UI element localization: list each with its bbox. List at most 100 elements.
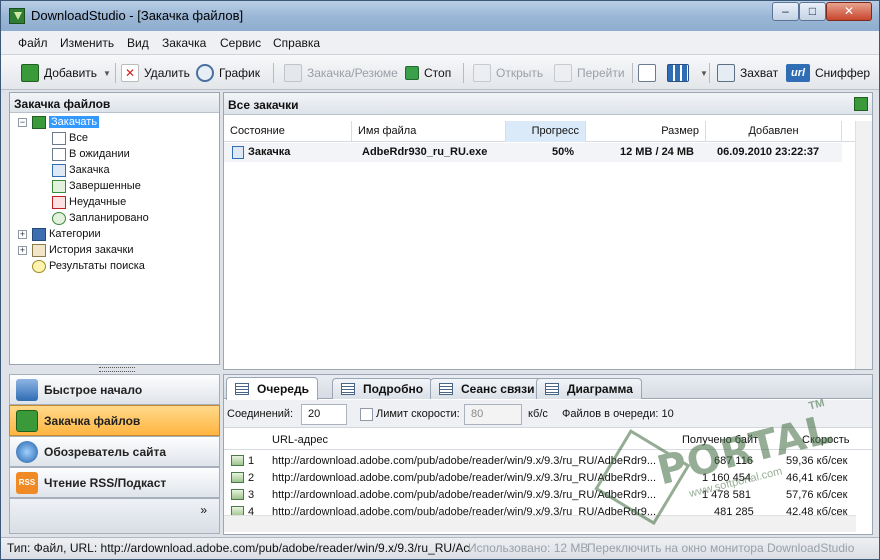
column-url[interactable]: URL-адрес [272, 434, 328, 446]
more-nav-button[interactable]: » [200, 503, 207, 517]
goto-icon [554, 64, 572, 82]
grid-icon [667, 64, 689, 82]
list-icon [52, 131, 66, 145]
minimize-button[interactable]: – [772, 2, 799, 21]
tree-expander[interactable]: + [18, 230, 27, 239]
column-state[interactable]: Состояние [224, 121, 352, 142]
status-bar: Тип: Файл, URL: http://ardownload.adobe.… [1, 537, 879, 559]
column-filename[interactable]: Имя файла [352, 121, 506, 142]
search-icon [32, 259, 46, 273]
nav-site-explorer[interactable]: Обозреватель сайта [9, 436, 220, 467]
column-bytes[interactable]: Получено байт [682, 434, 758, 446]
speed-limit-stepper[interactable]: 80 [464, 404, 522, 425]
tree-item-waiting[interactable]: В ожидании [52, 146, 130, 162]
arrow-down-icon [232, 146, 244, 159]
tree-item-download[interactable]: Закачать [32, 114, 100, 130]
queue-options: Соединений: 20 Лимит скорости: 80 кб/с Ф… [224, 400, 872, 428]
open-button[interactable]: Открыть [473, 62, 543, 84]
close-button[interactable]: ✕ [826, 2, 872, 21]
queue-table-header: URL-адрес Получено байт Скорость [224, 430, 872, 450]
nav-rss-reader[interactable]: RSS Чтение RSS/Подкаст [9, 467, 220, 498]
toolbar-separator [632, 63, 633, 83]
menu-bar: Файл Изменить Вид Закачка Сервис Справка [1, 31, 879, 55]
add-download-icon[interactable] [854, 97, 868, 111]
horizontal-scrollbar[interactable] [224, 515, 856, 532]
arrow-down-icon [52, 163, 66, 177]
speed-limit-label: Лимит скорости: [376, 408, 460, 420]
menu-view[interactable]: Вид [127, 36, 149, 50]
chart-icon [545, 383, 559, 395]
tree-expander[interactable]: − [18, 118, 27, 127]
column-progress[interactable]: Прогресс [506, 121, 586, 142]
capture-button[interactable]: Захват [717, 62, 778, 84]
add-button[interactable]: Добавить ▼ [21, 62, 111, 84]
chevron-down-icon[interactable]: ▼ [103, 69, 111, 78]
table-row[interactable]: Закачка AdbeRdr930_ru_RU.exe 50% 12 MB /… [224, 143, 842, 162]
left-panel-title: Закачка файлов [10, 93, 219, 113]
tree-item-downloading[interactable]: Закачка [52, 162, 110, 178]
download-resume-button[interactable]: Закачка/Резюме [284, 62, 398, 84]
delete-icon: ✕ [121, 64, 139, 82]
pending-icon [52, 147, 66, 161]
menu-file[interactable]: Файл [18, 36, 48, 50]
downloads-table-header: Состояние Имя файла Прогресс Размер Доба… [224, 121, 872, 142]
connections-label: Соединений: [227, 408, 294, 420]
downloads-panel-title: Все закачки [224, 93, 872, 115]
history-icon [32, 243, 46, 257]
speed-limit-checkbox[interactable] [360, 408, 373, 421]
toolbar: Добавить ▼ ✕ Удалить График Закачка/Резю… [1, 55, 879, 90]
nav-quick-start[interactable]: Быстрое начало [9, 374, 220, 405]
downloads-panel: Все закачки Состояние Имя файла Прогресс… [223, 92, 873, 370]
menu-download[interactable]: Закачка [162, 36, 206, 50]
menu-service[interactable]: Сервис [220, 36, 261, 50]
tree-item-completed[interactable]: Завершенные [52, 178, 141, 194]
schedule-button[interactable]: График [196, 62, 260, 84]
tree-item-categories[interactable]: Категории [32, 226, 101, 242]
table-row[interactable]: 2 http://ardownload.adobe.com/pub/adobe/… [224, 470, 856, 487]
stop-button[interactable]: Стоп [405, 62, 451, 84]
add-icon [21, 64, 39, 82]
tree-item-search-results[interactable]: Результаты поиска [32, 258, 145, 274]
download-icon [32, 115, 46, 129]
tab-queue[interactable]: Очередь [226, 377, 318, 400]
tab-chart[interactable]: Диаграмма [536, 378, 642, 399]
column-added[interactable]: Добавлен [706, 121, 842, 142]
clock-icon [52, 211, 66, 225]
clock-icon [196, 64, 214, 82]
panel-splitter[interactable] [9, 365, 220, 373]
connections-stepper[interactable]: 20 [301, 404, 347, 425]
tree-item-failed[interactable]: Неудачные [52, 194, 126, 210]
folder-open-icon [473, 64, 491, 82]
delete-button[interactable]: ✕ Удалить [121, 62, 190, 84]
window-title: DownloadStudio - [Закачка файлов] [31, 8, 244, 23]
columns-button[interactable]: ▼ [667, 62, 708, 84]
toolbar-separator [463, 63, 464, 83]
properties-button[interactable] [638, 62, 661, 84]
sniffer-button[interactable]: url Сниффер [786, 62, 870, 84]
menu-help[interactable]: Справка [273, 36, 320, 50]
status-used: Использовано: 12 MB [468, 541, 589, 555]
title-bar[interactable]: DownloadStudio - [Закачка файлов] – □ ✕ [1, 1, 879, 31]
table-row[interactable]: 4 http://ardownload.adobe.com/pub/adobe/… [224, 504, 856, 515]
tree-item-history[interactable]: История закачки [32, 242, 134, 258]
globe-icon [16, 440, 38, 463]
tab-session[interactable]: Сеанс связи [430, 378, 544, 399]
status-monitor-link[interactable]: Переключить на окно монитора DownloadStu… [587, 541, 854, 555]
tree-item-scheduled[interactable]: Запланировано [52, 210, 149, 226]
list-icon [235, 383, 249, 395]
tree-expander[interactable]: + [18, 246, 27, 255]
maximize-button[interactable]: □ [799, 2, 826, 21]
goto-button[interactable]: Перейти [554, 62, 625, 84]
arrow-right-icon [284, 64, 302, 82]
menu-edit[interactable]: Изменить [60, 36, 114, 50]
vertical-scrollbar[interactable] [855, 121, 872, 369]
column-size[interactable]: Размер [586, 121, 706, 142]
nav-file-downloads[interactable]: Закачка файлов [9, 405, 220, 436]
chevron-down-icon[interactable]: ▼ [700, 69, 708, 78]
table-row[interactable]: 3 http://ardownload.adobe.com/pub/adobe/… [224, 487, 856, 504]
column-speed[interactable]: Скорость [802, 434, 850, 446]
table-row[interactable]: 1 http://ardownload.adobe.com/pub/adobe/… [224, 453, 856, 470]
tab-details[interactable]: Подробно [332, 378, 433, 399]
tree-item-all[interactable]: Все [52, 130, 88, 146]
checkmark-icon [52, 179, 66, 193]
